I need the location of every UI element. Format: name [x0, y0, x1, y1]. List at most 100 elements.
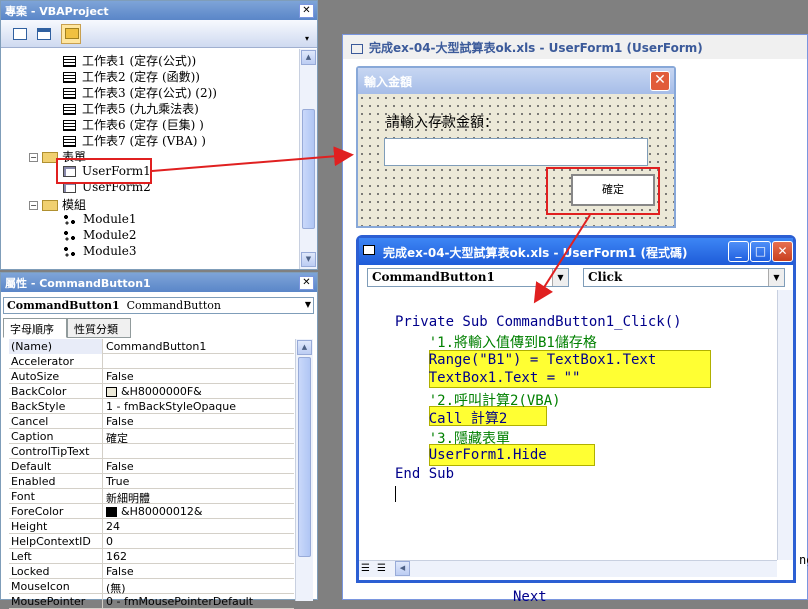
- view-object-button[interactable]: [33, 24, 53, 44]
- user-form-close-button[interactable]: ✕: [650, 71, 670, 91]
- tree-item-sheet3[interactable]: 工作表3 (定存(公式) (2)): [63, 84, 217, 100]
- view-code-icon: [13, 28, 27, 40]
- property-value[interactable]: &H80000012&: [104, 504, 294, 519]
- toolbar-overflow-icon[interactable]: ▾: [305, 34, 309, 43]
- object-selector[interactable]: CommandButton1 CommandButton ▼: [3, 297, 314, 314]
- property-name: AutoSize: [9, 369, 103, 384]
- tree-item-label: 工作表2 (定存 (函數)): [82, 70, 200, 84]
- highlight-userform1: [56, 158, 152, 184]
- property-row[interactable]: Caption 確定: [9, 429, 294, 444]
- code-editor[interactable]: Private Sub CommandButton1_Click() '1.將輸…: [359, 290, 777, 560]
- property-name: (Name): [9, 339, 103, 354]
- property-row[interactable]: BackStyle 1 - fmBackStyleOpaque: [9, 399, 294, 414]
- property-row[interactable]: Enabled True: [9, 474, 294, 489]
- property-row[interactable]: ForeColor &H80000012&: [9, 504, 294, 519]
- tree-folder-modules[interactable]: − 模組: [29, 196, 86, 212]
- amount-label[interactable]: 請輸入存款金額：: [386, 112, 498, 132]
- property-value[interactable]: CommandButton1: [104, 339, 294, 354]
- property-row[interactable]: Default False: [9, 459, 294, 474]
- code-hscroll[interactable]: ☰ ☰ ◀: [359, 560, 777, 577]
- code-close-button[interactable]: ✕: [772, 241, 793, 262]
- property-row[interactable]: Cancel False: [9, 414, 294, 429]
- property-value[interactable]: 新細明體: [104, 489, 294, 504]
- property-row[interactable]: ControlTipText: [9, 444, 294, 459]
- text-caret: [395, 486, 396, 502]
- tree-item-sheet5[interactable]: 工作表5 (九九乘法表): [63, 100, 199, 116]
- property-row[interactable]: Locked False: [9, 564, 294, 579]
- property-name: MousePointer: [9, 594, 103, 609]
- tree-item-module1[interactable]: Module1: [63, 212, 137, 228]
- property-value[interactable]: &H8000000F&: [104, 384, 294, 399]
- full-module-view-icon[interactable]: ☰: [377, 563, 386, 574]
- property-value[interactable]: [104, 354, 294, 369]
- property-row[interactable]: Height 24: [9, 519, 294, 534]
- properties-scrollbar[interactable]: ▲: [295, 339, 313, 601]
- property-value[interactable]: False: [104, 414, 294, 429]
- property-value[interactable]: 0 - fmMousePointerDefault: [104, 594, 294, 609]
- project-scrollbar[interactable]: ▲ ▼: [299, 49, 317, 269]
- tree-item-sheet1[interactable]: 工作表1 (定存(公式)): [63, 52, 196, 68]
- tree-item-sheet2[interactable]: 工作表2 (定存 (函數)): [63, 68, 200, 84]
- project-toolbar: ▾: [1, 20, 317, 48]
- tree-item-sheet7[interactable]: 工作表7 (定存 (VBA) ): [63, 132, 206, 148]
- property-value[interactable]: (無): [104, 579, 294, 594]
- form-designer-titlebar[interactable]: 完成ex-04-大型試算表ok.xls - UserForm1 (UserFor…: [343, 35, 807, 59]
- property-value[interactable]: [104, 444, 294, 459]
- property-name: Height: [9, 519, 103, 534]
- property-value[interactable]: False: [104, 369, 294, 384]
- collapse-icon[interactable]: −: [29, 153, 38, 162]
- property-value-text: &H80000012&: [121, 505, 203, 518]
- property-row[interactable]: HelpContextID 0: [9, 534, 294, 549]
- property-value[interactable]: 24: [104, 519, 294, 534]
- property-row[interactable]: Accelerator: [9, 354, 294, 369]
- property-row[interactable]: MouseIcon (無): [9, 579, 294, 594]
- code-line: '3.隱藏表單: [395, 431, 511, 447]
- tree-item-label: 工作表6 (定存 (巨集) ): [82, 118, 204, 132]
- property-value[interactable]: False: [104, 564, 294, 579]
- property-row[interactable]: BackColor &H8000000F&: [9, 384, 294, 399]
- property-row[interactable]: AutoSize False: [9, 369, 294, 384]
- maximize-button[interactable]: □: [750, 241, 771, 262]
- property-row[interactable]: MousePointer 0 - fmMousePointerDefault: [9, 594, 294, 609]
- property-value[interactable]: 確定: [104, 429, 294, 444]
- property-row[interactable]: Left 162: [9, 549, 294, 564]
- object-combo-value: CommandButton1: [372, 270, 495, 284]
- chevron-down-icon[interactable]: ▼: [305, 300, 311, 309]
- properties-close-button[interactable]: ✕: [299, 276, 314, 290]
- scroll-thumb[interactable]: [302, 109, 315, 229]
- view-code-button[interactable]: [9, 24, 29, 44]
- tree-item-module2[interactable]: Module2: [63, 228, 137, 244]
- collapse-icon[interactable]: −: [29, 201, 38, 210]
- tab-alphabetic[interactable]: 字母順序: [3, 318, 67, 338]
- procedure-view-icon[interactable]: ☰: [361, 563, 370, 574]
- toggle-folders-button[interactable]: [61, 24, 81, 44]
- project-explorer-title: 專案 - VBAProject: [1, 1, 317, 20]
- tree-item-sheet6[interactable]: 工作表6 (定存 (巨集) ): [63, 116, 204, 132]
- property-value[interactable]: 1 - fmBackStyleOpaque: [104, 399, 294, 414]
- code-window[interactable]: 完成ex-04-大型試算表ok.xls - UserForm1 (程式碼) _ …: [356, 235, 796, 583]
- tree-item-module3[interactable]: Module3: [63, 244, 137, 260]
- scroll-up-icon[interactable]: ▲: [301, 50, 316, 65]
- tree-item-label: 工作表3 (定存(公式) (2)): [82, 86, 217, 100]
- project-close-button[interactable]: ✕: [299, 4, 314, 18]
- tree-item-label: Module3: [83, 244, 137, 258]
- chevron-down-icon[interactable]: ▼: [552, 269, 568, 286]
- amount-textbox[interactable]: [384, 138, 648, 166]
- property-value[interactable]: 0: [104, 534, 294, 549]
- chevron-down-icon[interactable]: ▼: [768, 269, 784, 286]
- scroll-thumb[interactable]: [298, 357, 311, 557]
- tab-categorized[interactable]: 性質分類: [67, 318, 131, 338]
- scroll-left-icon[interactable]: ◀: [395, 561, 410, 576]
- property-value[interactable]: False: [104, 459, 294, 474]
- minimize-button[interactable]: _: [728, 241, 749, 262]
- code-line: UserForm1.Hide: [395, 447, 547, 463]
- object-combo[interactable]: CommandButton1 ▼: [367, 268, 569, 287]
- scroll-up-icon[interactable]: ▲: [297, 340, 312, 355]
- procedure-combo[interactable]: Click ▼: [583, 268, 785, 287]
- scroll-down-icon[interactable]: ▼: [301, 252, 316, 267]
- property-row[interactable]: Font 新細明體: [9, 489, 294, 504]
- property-row[interactable]: (Name) CommandButton1: [9, 339, 294, 354]
- property-value[interactable]: 162: [104, 549, 294, 564]
- property-value[interactable]: True: [104, 474, 294, 489]
- code-vscroll[interactable]: [777, 290, 793, 560]
